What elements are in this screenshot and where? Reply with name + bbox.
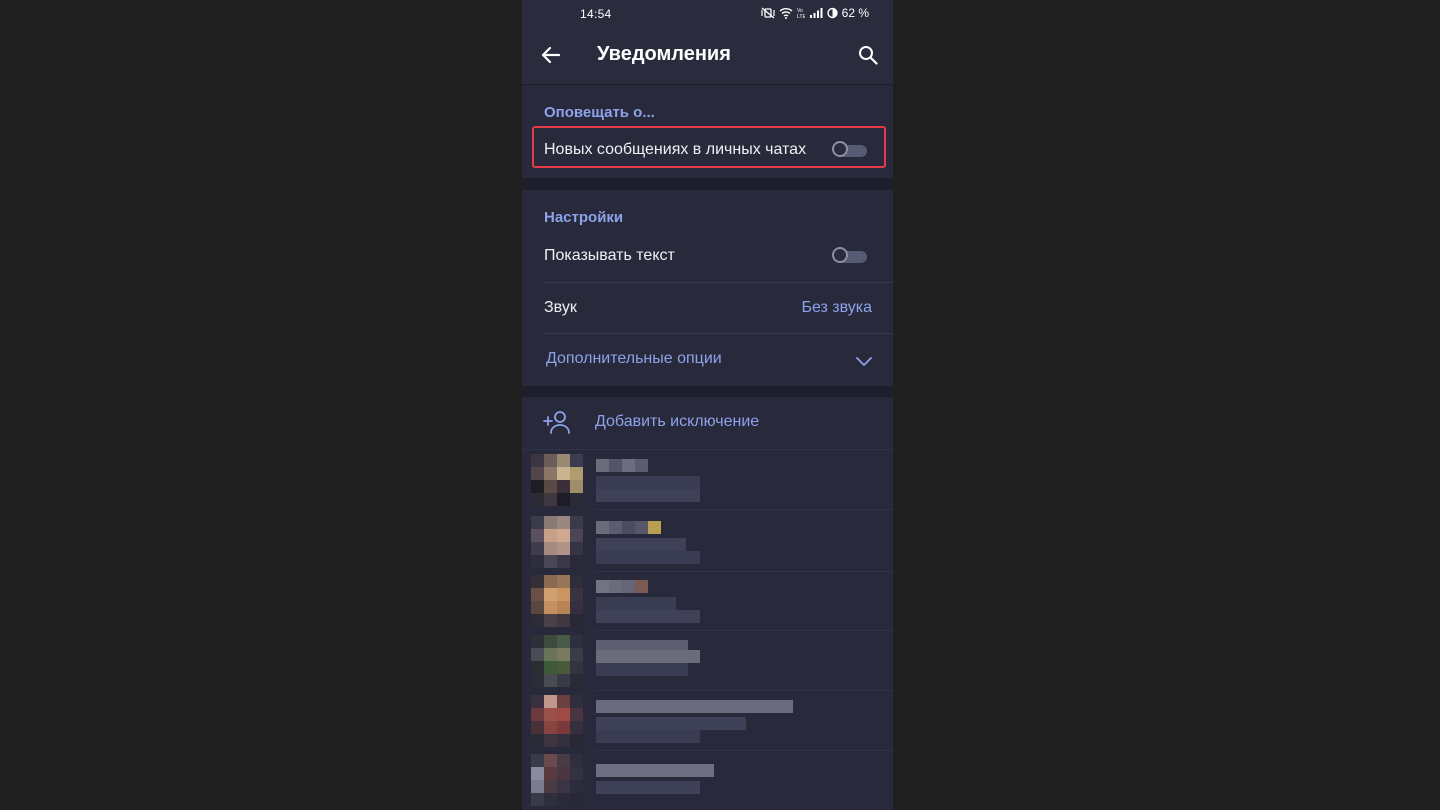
contact-name — [596, 764, 714, 777]
status-bar: 14:54 Vo LTE 62 % — [522, 0, 893, 28]
notify-section: Оповещать о... Новых сообщениях в личных… — [522, 85, 893, 178]
section-divider — [522, 178, 893, 190]
contact-status — [596, 476, 700, 502]
contact-row[interactable] — [522, 513, 893, 572]
wifi-icon — [779, 8, 793, 19]
contact-status — [596, 538, 700, 564]
add-person-icon — [543, 411, 570, 434]
battery-icon — [826, 7, 838, 19]
status-icons: Vo LTE 62 % — [761, 6, 869, 20]
add-exception-label: Добавить исключение — [595, 413, 760, 430]
avatar — [531, 575, 583, 627]
contact-status — [596, 650, 700, 676]
new-messages-label: Новых сообщениях в личных чатах — [544, 141, 807, 158]
avatar — [531, 454, 583, 506]
avatar — [531, 516, 583, 568]
contact-status — [596, 717, 746, 743]
row-divider — [596, 630, 893, 631]
settings-section-header: Настройки — [544, 209, 624, 226]
contact-row[interactable] — [522, 572, 893, 631]
back-button[interactable] — [536, 40, 566, 70]
toggle-knob — [832, 141, 848, 157]
more-options-row[interactable]: Дополнительные опции — [522, 334, 893, 386]
chevron-down-icon — [856, 357, 872, 366]
contact-row[interactable] — [522, 451, 893, 510]
section-divider — [522, 386, 893, 397]
avatar — [531, 695, 583, 747]
show-text-toggle[interactable] — [832, 246, 868, 266]
avatar — [531, 635, 583, 687]
page-title: Уведомления — [597, 43, 731, 65]
row-divider — [596, 509, 893, 510]
row-divider — [522, 449, 893, 450]
sound-row[interactable]: Звук Без звука — [522, 283, 893, 333]
more-options-label: Дополнительные опции — [546, 350, 722, 367]
mute-vibrate-icon — [761, 7, 775, 19]
exceptions-section: Добавить исключение — [522, 397, 893, 810]
svg-text:LTE: LTE — [797, 14, 805, 19]
settings-section: Настройки Показывать текст Звук Без звук… — [522, 190, 893, 386]
arrow-left-icon — [541, 46, 561, 64]
toggle-knob — [832, 247, 848, 263]
sound-label: Звук — [544, 299, 577, 316]
app-bar: Уведомления — [522, 28, 893, 84]
contact-row[interactable] — [522, 692, 893, 751]
battery-percent: 62 % — [841, 6, 869, 20]
show-text-label: Показывать текст — [544, 247, 675, 264]
search-button[interactable] — [853, 40, 883, 70]
avatar — [531, 754, 583, 806]
contact-name — [596, 700, 793, 713]
notify-section-header: Оповещать о... — [544, 104, 655, 121]
volte-icon: Vo LTE — [797, 8, 805, 19]
contact-row[interactable] — [522, 751, 893, 810]
contact-status — [596, 781, 700, 807]
add-exception-row[interactable]: Добавить исключение — [522, 397, 893, 450]
contact-name — [596, 580, 648, 593]
contact-name — [596, 521, 661, 534]
contact-status — [596, 597, 700, 623]
contact-row[interactable] — [522, 632, 893, 691]
phone-screen: 14:54 Vo LTE 62 % Уведомления Оповещать … — [522, 0, 893, 810]
new-messages-toggle[interactable] — [832, 140, 868, 160]
row-divider — [596, 690, 893, 691]
signal-icon — [809, 8, 823, 18]
sound-value: Без звука — [801, 299, 872, 316]
status-time: 14:54 — [580, 7, 612, 21]
contact-name — [596, 459, 648, 472]
search-icon — [859, 46, 878, 65]
